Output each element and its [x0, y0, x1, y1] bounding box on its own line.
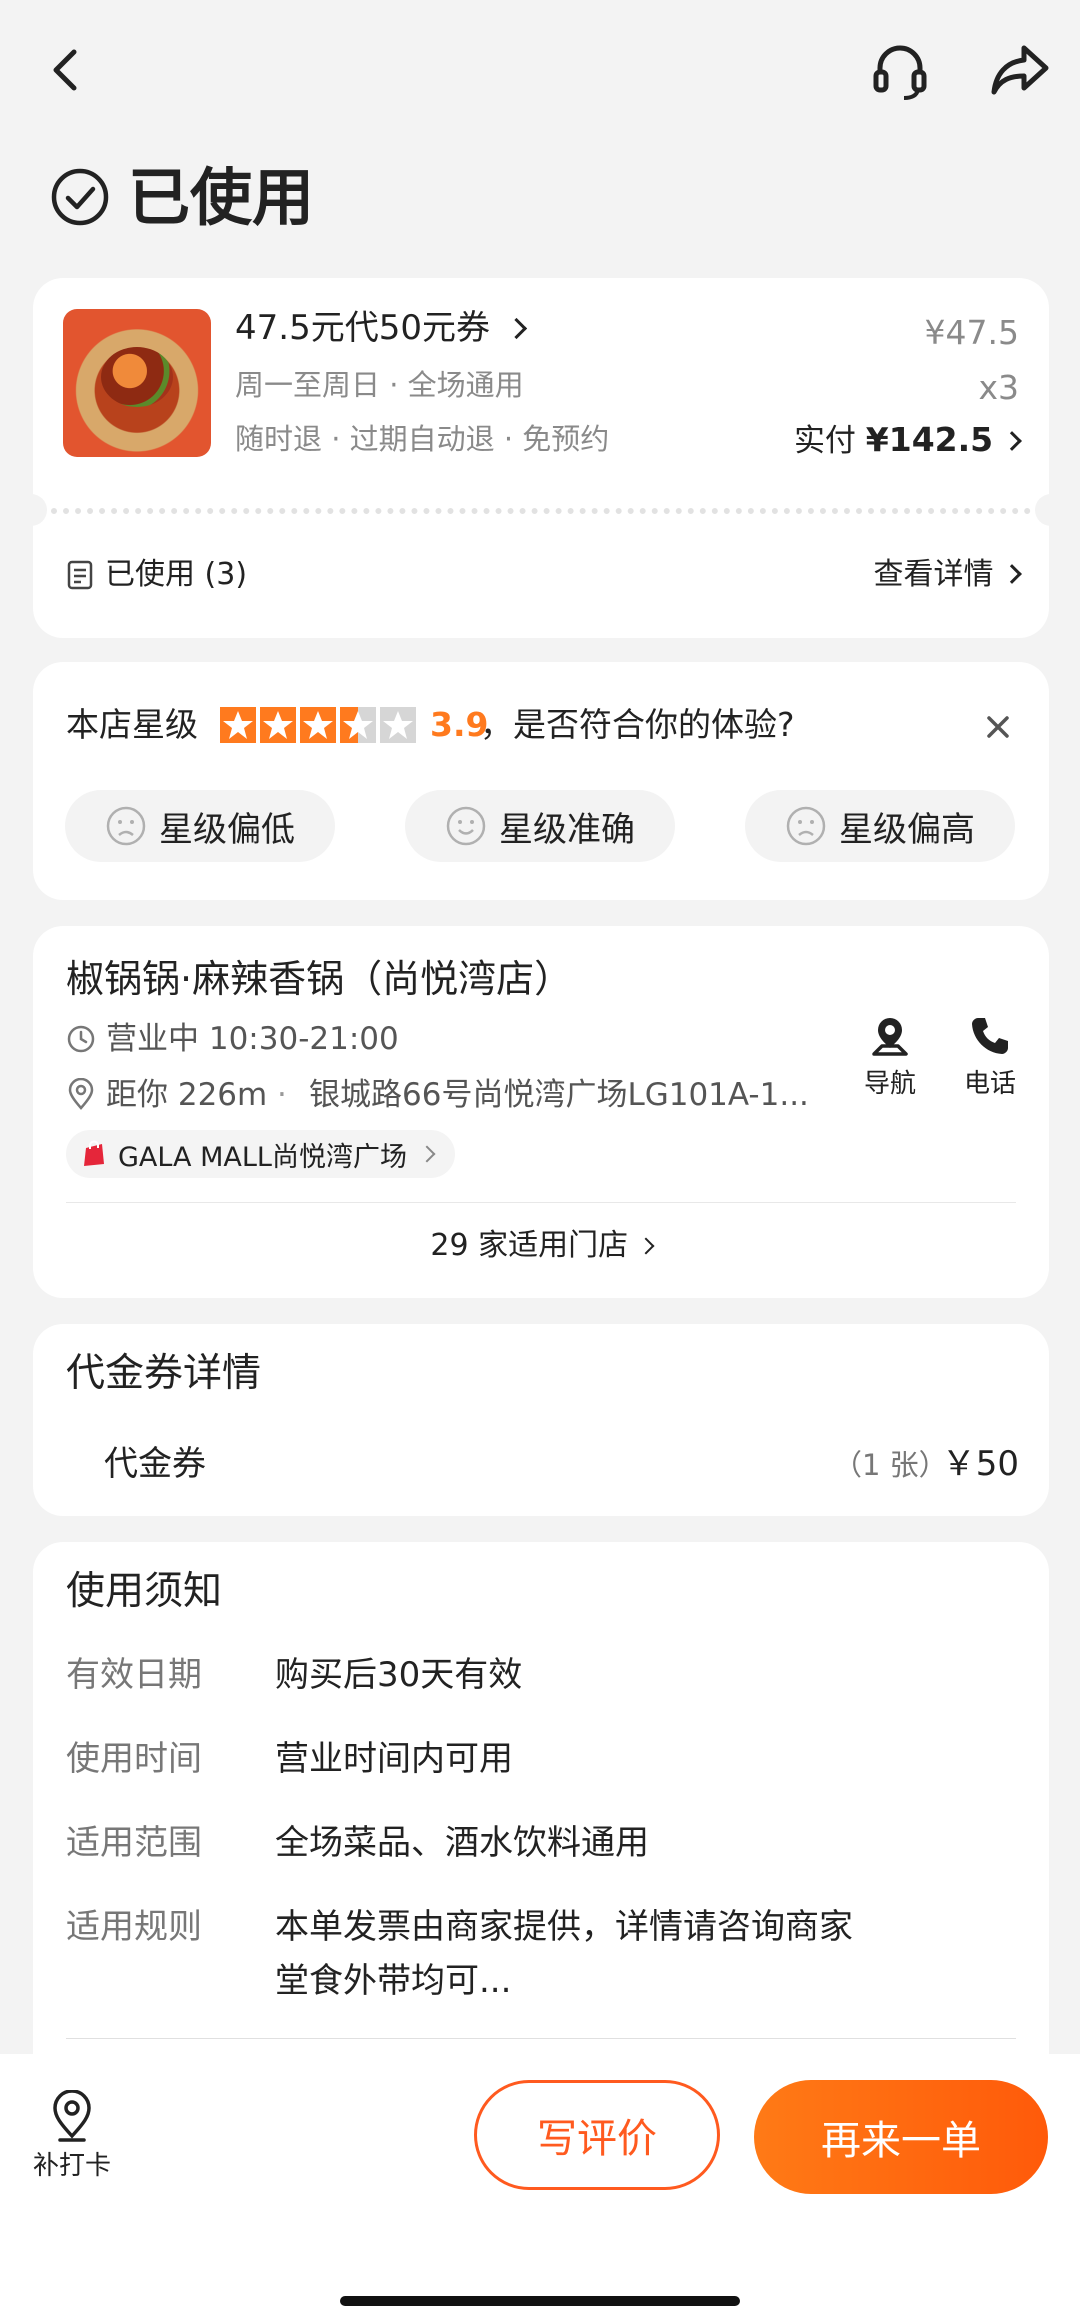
order-card: 47.5元代50元券 周一至周日 · 全场通用 随时退 · 过期自动退 · 免预…: [15, 278, 1067, 638]
mall-name: GALA MALL尚悦湾广场: [118, 1141, 407, 1173]
close-icon: [987, 716, 1009, 738]
notice-value: 全场菜品、酒水饮料通用: [275, 1823, 649, 1863]
chevron-right-icon: [1002, 431, 1022, 451]
voucher-price: ￥50: [941, 1444, 1019, 1484]
applicable-stores-label: 29 家适用门店: [430, 1228, 629, 1263]
store-card: 椒锅锅·麻辣香锅（尚悦湾店） 营业中 10:30-21:00 距你 226m ·…: [33, 926, 1049, 1298]
rating-accurate-button[interactable]: 星级准确: [405, 790, 675, 862]
checkin-button[interactable]: 补打卡: [20, 2090, 124, 2200]
navigate-label: 导航: [863, 1069, 916, 1099]
navigate-button[interactable]: 导航: [845, 1014, 935, 1114]
rating-low-button[interactable]: 星级偏低: [65, 790, 335, 862]
order-line1: 周一至周日 · 全场通用: [235, 368, 524, 402]
ticket-notch-right: [1035, 494, 1067, 526]
star-icon: [220, 707, 256, 743]
applicable-stores-link[interactable]: 29 家适用门店: [33, 1224, 1049, 1268]
voucher-title: 代金券详情: [66, 1351, 262, 1396]
home-indicator: [340, 2296, 740, 2306]
order-title: 47.5元代50元券: [235, 308, 490, 348]
rating-high-button[interactable]: 星级偏高: [745, 790, 1015, 862]
star-icon: [380, 707, 416, 743]
status-title: 已使用: [128, 161, 315, 234]
notice-title: 使用须知: [66, 1569, 223, 1614]
voucher-card: 代金券详情 代金券 （1 张） ￥50: [33, 1324, 1049, 1516]
view-details-label: 查看详情: [873, 557, 994, 592]
notice-label: 使用时间: [66, 1739, 202, 1779]
chevron-left-icon: [53, 49, 77, 91]
notice-label: 有效日期: [66, 1655, 202, 1695]
food-thumbnail[interactable]: [63, 309, 211, 457]
location-pin-icon: [53, 2090, 91, 2142]
notice-label: 适用规则: [66, 1907, 202, 1947]
notice-value-continued: 堂食外带均可...: [275, 1961, 512, 2001]
star-icon: [340, 707, 376, 743]
location-pin-icon: [67, 1078, 95, 1110]
unit-price: ¥47.5: [924, 313, 1019, 352]
star-icon: [260, 707, 296, 743]
notice-card: 使用须知 有效日期 购买后30天有效 使用时间 营业时间内可用 适用范围 全场菜…: [33, 1542, 1049, 2062]
paid-amount: ¥142.5: [865, 420, 994, 459]
rating-stars: [220, 707, 416, 743]
notice-value: 营业时间内可用: [275, 1739, 513, 1779]
ticket-notch-left: [15, 494, 47, 526]
rating-question: ，是否符合你的体验?: [480, 705, 795, 744]
shopping-bag-icon: [84, 1140, 104, 1166]
sad-face-icon: [786, 806, 826, 846]
rating-card: 本店星级 3.9 ，是否符合你的体验? 星级偏低 星级准确 星级偏高: [33, 662, 1049, 900]
ticket-perforation: [51, 508, 1031, 514]
chevron-right-icon: [1002, 564, 1022, 584]
store-distance: 距你 226m: [106, 1077, 268, 1113]
chevron-right-icon: [505, 317, 527, 340]
close-button[interactable]: [981, 710, 1015, 744]
paid-label: 实付: [793, 423, 856, 459]
sad-face-icon: [106, 806, 146, 846]
mall-tag[interactable]: GALA MALL尚悦湾广场: [66, 1130, 455, 1178]
rating-low-label: 星级偏低: [159, 809, 295, 850]
store-hours: 营业中 10:30-21:00: [106, 1021, 399, 1057]
rating-accurate-label: 星级准确: [499, 809, 635, 850]
status-check-icon: [50, 167, 110, 227]
rating-high-label: 星级偏高: [839, 809, 975, 850]
used-doc-icon: [67, 560, 93, 590]
paid-total-link[interactable]: 实付 ¥142.5: [793, 418, 1022, 463]
address-separator: ·: [277, 1077, 287, 1113]
store-address[interactable]: 银城路66号尚悦湾广场LG101A-1...: [309, 1074, 809, 1116]
divider: [66, 1202, 1016, 1203]
notice-label: 适用范围: [66, 1823, 202, 1863]
navigation-icon: [872, 1018, 908, 1056]
checkin-label: 补打卡: [32, 2151, 111, 2181]
headset-icon: [873, 45, 927, 100]
view-details-link[interactable]: 查看详情: [873, 554, 1022, 596]
divider: [66, 2038, 1016, 2039]
phone-button[interactable]: 电话: [945, 1014, 1035, 1114]
back-button[interactable]: [36, 40, 96, 100]
store-name[interactable]: 椒锅锅·麻辣香锅（尚悦湾店）: [66, 952, 572, 1006]
smile-face-icon: [446, 806, 486, 846]
reorder-button[interactable]: 再来一单: [754, 2080, 1048, 2194]
bottom-bar: 补打卡 写评价 再来一单: [0, 2054, 1080, 2322]
phone-label: 电话: [963, 1069, 1016, 1099]
rating-label: 本店星级: [66, 705, 198, 744]
voucher-count: （1 张）: [833, 1448, 948, 1482]
notice-value: 本单发票由商家提供，详情请咨询商家: [275, 1907, 853, 1947]
chevron-right-icon: [418, 1145, 436, 1163]
phone-icon: [972, 1018, 1008, 1054]
notice-value: 购买后30天有效: [275, 1655, 523, 1695]
used-count: 已使用 (3): [105, 557, 248, 592]
write-review-button[interactable]: 写评价: [474, 2080, 720, 2190]
quantity: x3: [978, 368, 1019, 407]
share-arrow-icon: [991, 45, 1049, 95]
customer-service-button[interactable]: [868, 38, 932, 102]
star-icon: [300, 707, 336, 743]
share-button[interactable]: [988, 38, 1052, 102]
clock-icon: [66, 1024, 96, 1054]
order-title-link[interactable]: 47.5元代50元券: [235, 304, 527, 352]
voucher-name: 代金券: [104, 1444, 206, 1484]
order-line2: 随时退 · 过期自动退 · 免预约: [235, 422, 610, 456]
chevron-right-icon: [637, 1237, 655, 1255]
